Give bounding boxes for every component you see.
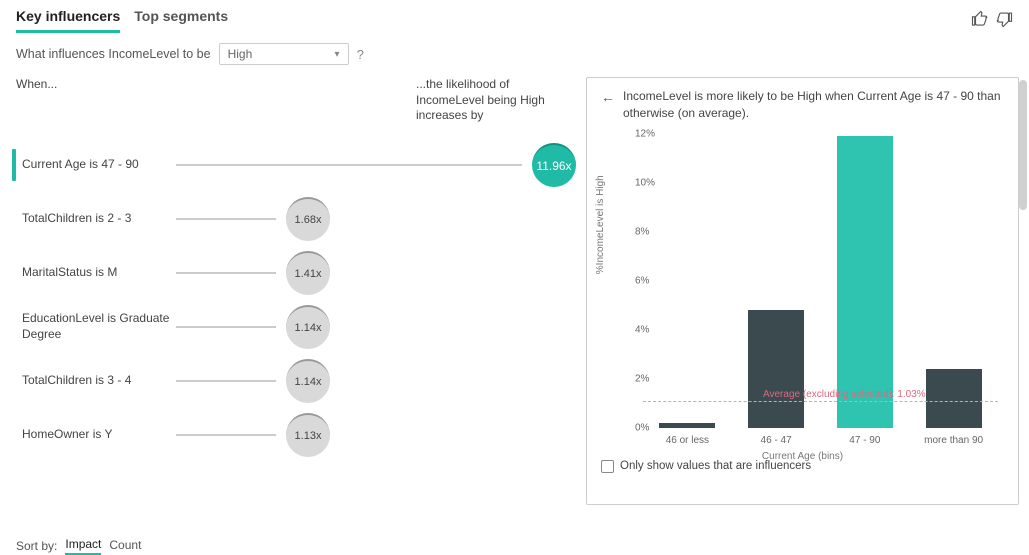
- x-tick: 46 - 47: [741, 435, 811, 446]
- x-axis-label: Current Age (bins): [601, 451, 1004, 462]
- column-header-when: When...: [16, 77, 416, 124]
- scrollbar[interactable]: [1019, 80, 1027, 210]
- tab-top-segments[interactable]: Top segments: [134, 8, 228, 33]
- column-header-likelihood: ...the likelihood of IncomeLevel being H…: [416, 77, 576, 124]
- influencer-label: MaritalStatus is M: [22, 265, 117, 281]
- sort-impact[interactable]: Impact: [65, 537, 101, 555]
- thumbs-up-icon[interactable]: [971, 10, 989, 31]
- influencer-label: TotalChildren is 2 - 3: [22, 211, 131, 227]
- x-tick: 46 or less: [652, 435, 722, 446]
- sort-count[interactable]: Count: [109, 538, 141, 554]
- influencer-row[interactable]: EducationLevel is Graduate Degree 1.14x: [16, 300, 576, 354]
- influencer-row[interactable]: Current Age is 47 - 90 11.96x: [16, 138, 576, 192]
- influencer-label: HomeOwner is Y: [22, 427, 112, 443]
- help-icon[interactable]: ?: [357, 47, 364, 62]
- x-tick: more than 90: [919, 435, 989, 446]
- influencer-factor-bubble: 11.96x: [532, 143, 576, 187]
- value-dropdown[interactable]: High ▾: [219, 43, 349, 65]
- influencer-label: Current Age is 47 - 90: [22, 157, 139, 173]
- influencer-factor-bubble: 1.41x: [286, 251, 330, 295]
- only-influencers-label: Only show values that are influencers: [620, 460, 811, 472]
- influencer-label: TotalChildren is 3 - 4: [22, 373, 131, 389]
- influencer-track: [176, 380, 276, 382]
- influencer-row[interactable]: TotalChildren is 3 - 4 1.14x: [16, 354, 576, 408]
- chevron-down-icon: ▾: [335, 49, 340, 60]
- influencer-factor-bubble: 1.13x: [286, 413, 330, 457]
- x-tick: 47 - 90: [830, 435, 900, 446]
- influencer-row[interactable]: TotalChildren is 2 - 3 1.68x: [16, 192, 576, 246]
- tab-key-influencers[interactable]: Key influencers: [16, 8, 120, 33]
- influencer-row[interactable]: HomeOwner is Y 1.13x: [16, 408, 576, 462]
- chart-bar[interactable]: [748, 310, 804, 428]
- influencer-factor-bubble: 1.14x: [286, 305, 330, 349]
- influencer-factor-bubble: 1.14x: [286, 359, 330, 403]
- chart-bar[interactable]: [837, 136, 893, 428]
- thumbs-down-icon[interactable]: [995, 10, 1013, 31]
- influencer-track: [176, 164, 522, 166]
- influencer-track: [176, 272, 276, 274]
- detail-headline: IncomeLevel is more likely to be High wh…: [623, 88, 1004, 122]
- influencer-label: EducationLevel is Graduate Degree: [22, 311, 172, 342]
- influencer-track: [176, 434, 276, 436]
- detail-chart: %IncomeLevel is High 0%2%4%6%8%10%12% Av…: [601, 134, 1004, 454]
- chart-bar[interactable]: [926, 369, 982, 428]
- average-line-label: Average (excluding selected): 1.03%: [763, 389, 926, 400]
- back-arrow-icon[interactable]: ←: [601, 88, 615, 108]
- dropdown-selected: High: [228, 47, 253, 61]
- chart-bar[interactable]: [659, 423, 715, 428]
- influencer-row[interactable]: MaritalStatus is M 1.41x: [16, 246, 576, 300]
- influencer-track: [176, 218, 276, 220]
- y-axis-label: %IncomeLevel is High: [595, 175, 606, 274]
- influencer-track: [176, 326, 276, 328]
- influencer-factor-bubble: 1.68x: [286, 197, 330, 241]
- question-prefix: What influences IncomeLevel to be: [16, 47, 211, 61]
- sort-label: Sort by:: [16, 539, 57, 553]
